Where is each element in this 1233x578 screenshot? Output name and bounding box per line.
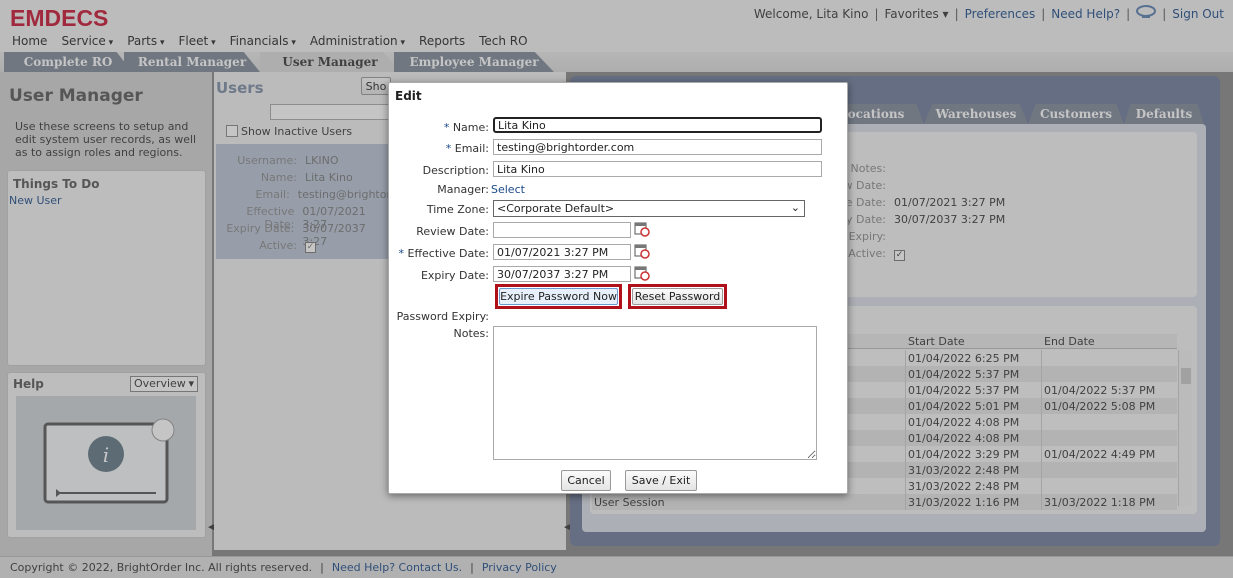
time-zone-label: Time Zone:	[426, 203, 489, 216]
reset-password-button[interactable]: Reset Password	[632, 288, 723, 305]
review-date-input[interactable]	[493, 222, 631, 238]
review-date-label: Review Date:	[416, 225, 489, 238]
cancel-button[interactable]: Cancel	[561, 470, 611, 491]
calendar-icon[interactable]	[634, 243, 650, 259]
email-label: * Email:	[445, 142, 489, 155]
calendar-icon[interactable]	[634, 265, 650, 281]
manager-label: Manager:	[437, 183, 489, 196]
edit-dialog: Edit * Name: * Email: Description: Manag…	[388, 82, 848, 494]
description-label: Description:	[422, 164, 489, 177]
email-input[interactable]	[493, 139, 822, 155]
chevron-down-icon: ⌄	[790, 201, 800, 214]
dialog-title: Edit	[395, 89, 422, 103]
expire-password-button[interactable]: Expire Password Now	[499, 288, 618, 305]
description-input[interactable]	[493, 161, 822, 177]
expiry-date-input[interactable]	[493, 266, 631, 282]
expiry-date-label: Expiry Date:	[420, 269, 489, 282]
save-exit-button[interactable]: Save / Exit	[625, 470, 697, 491]
calendar-icon[interactable]	[634, 221, 650, 237]
manager-select-link[interactable]: Select	[491, 183, 525, 196]
effective-date-input[interactable]	[493, 244, 631, 260]
name-input[interactable]	[493, 117, 822, 133]
time-zone-select[interactable]: <Corporate Default> ⌄	[493, 200, 805, 217]
notes-textarea[interactable]	[493, 326, 817, 460]
password-expiry-label: Password Expiry:	[396, 310, 489, 323]
notes-label: Notes:	[453, 327, 489, 340]
name-label: * Name:	[443, 121, 489, 134]
effective-date-label: * Effective Date:	[398, 247, 490, 260]
